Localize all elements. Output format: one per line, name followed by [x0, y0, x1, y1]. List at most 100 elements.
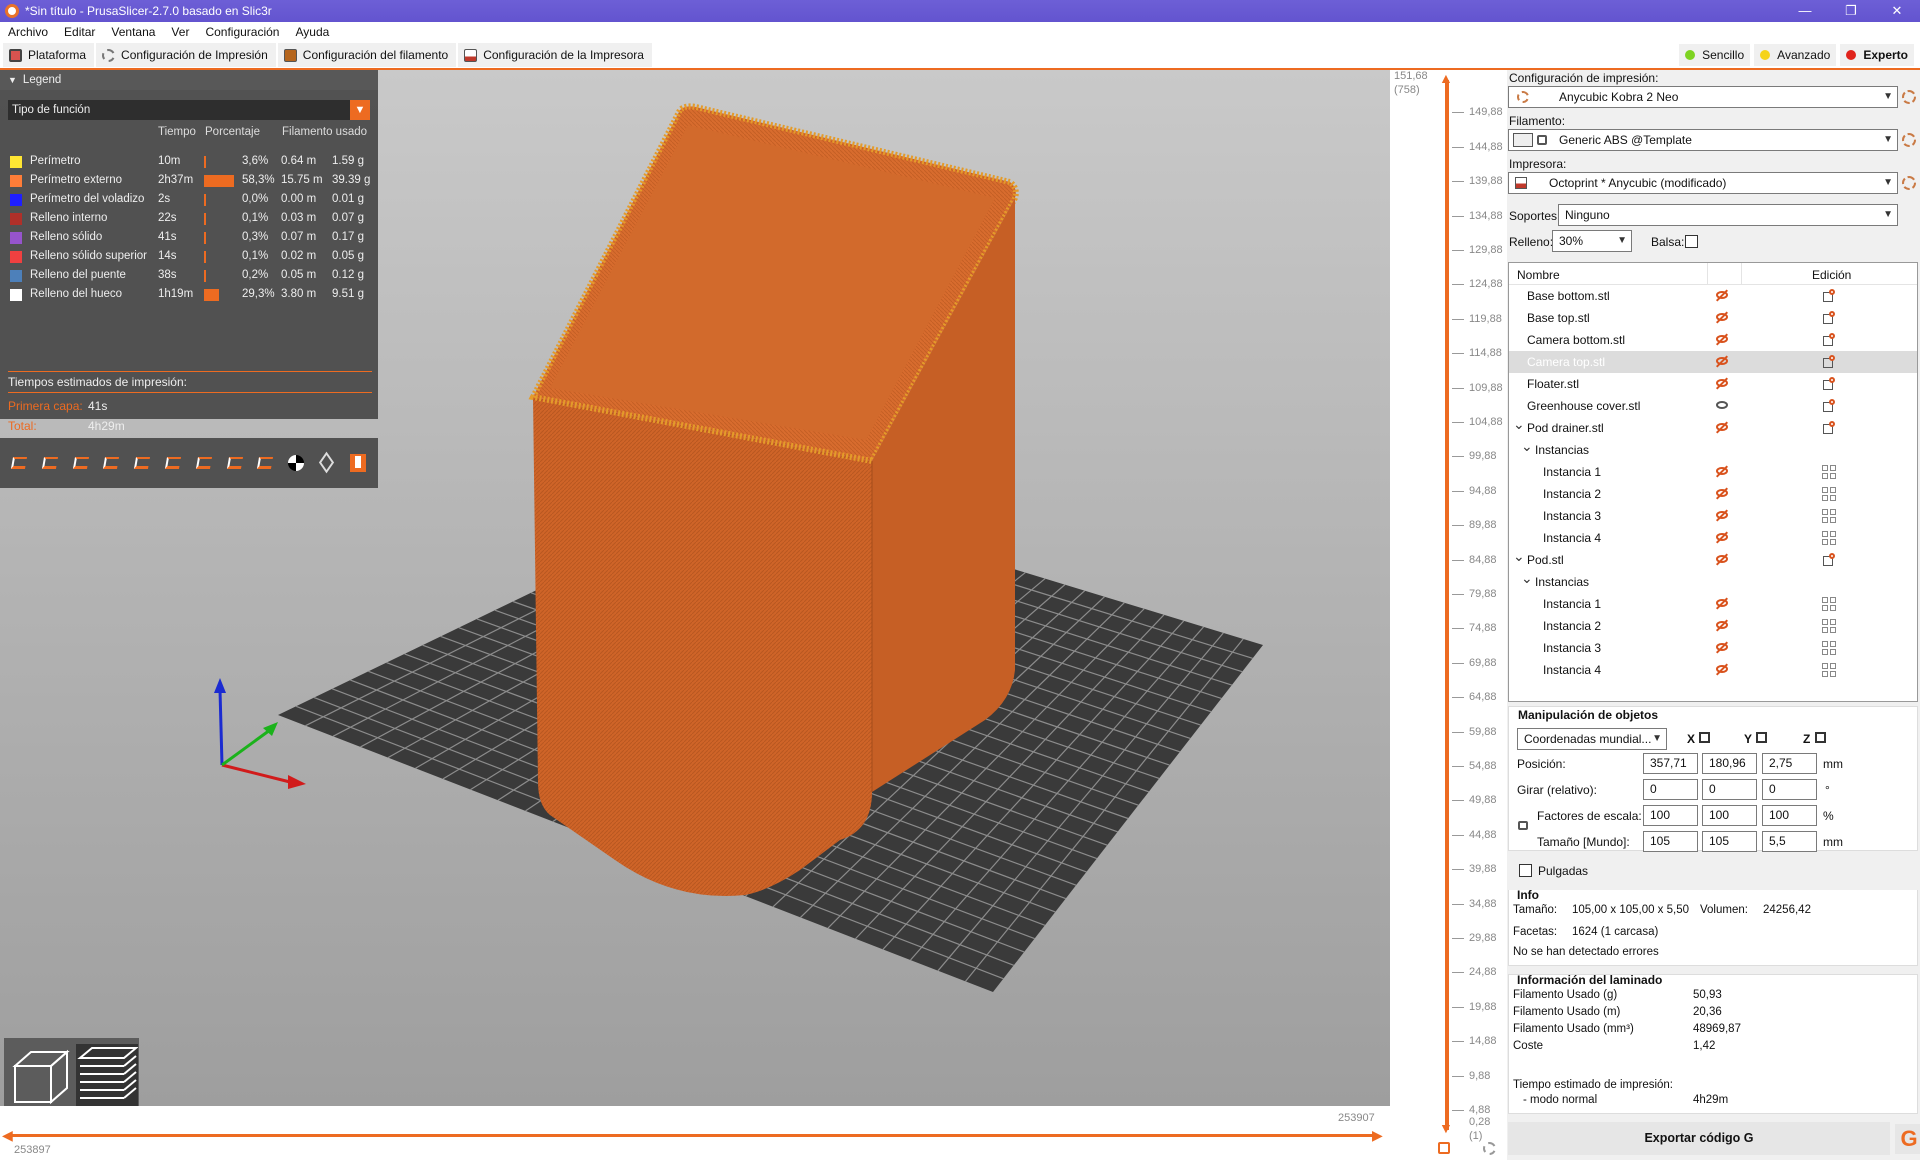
tab-printer-settings[interactable]: Configuración de la Impresora: [458, 43, 652, 67]
eye-off-icon[interactable]: [1715, 553, 1730, 566]
eye-off-icon[interactable]: [1715, 509, 1730, 522]
tab-filament-settings[interactable]: Configuración del filamento: [277, 43, 457, 67]
legend-row[interactable]: Relleno sólido superior 14s 0,1% 0.02 m 0.05…: [8, 248, 374, 267]
instance-grid-icon[interactable]: [1822, 641, 1836, 655]
rotate-y-input[interactable]: 0: [1702, 779, 1757, 800]
eye-off-icon[interactable]: [1715, 289, 1730, 302]
instance-grid-icon[interactable]: [1822, 487, 1836, 501]
object-row[interactable]: Camera bottom.stl: [1509, 329, 1917, 351]
scale-y-input[interactable]: 100: [1702, 805, 1757, 826]
legend-row[interactable]: Perímetro del voladizo 2s 0,0% 0.00 m 0.01 g: [8, 191, 374, 210]
rotate-x-input[interactable]: 0: [1643, 779, 1698, 800]
edit-settings-icon[interactable]: [1822, 399, 1836, 413]
menu-ver[interactable]: Ver: [163, 22, 197, 42]
legend-row[interactable]: Relleno interno 22s 0,1% 0.03 m 0.07 g: [8, 210, 374, 229]
mode-expert[interactable]: Experto: [1840, 44, 1914, 66]
eye-off-icon[interactable]: [1715, 663, 1730, 676]
horizontal-slider-bar[interactable]: ◀ ▶ 253907 253897: [0, 1106, 1390, 1160]
col-name[interactable]: Nombre: [1517, 268, 1560, 282]
legend-row[interactable]: Perímetro externo 2h37m 58,3% 15.75 m 39.39 …: [8, 172, 374, 191]
print-settings-combo[interactable]: Anycubic Kobra 2 Neo ▼: [1508, 86, 1898, 108]
coordinate-system-combo[interactable]: Coordenadas mundial... ▼: [1517, 728, 1667, 750]
raft-checkbox[interactable]: [1685, 235, 1698, 248]
filament-combo[interactable]: Generic ABS @Template ▼: [1508, 129, 1898, 151]
drop-to-bed-icon[interactable]: [1815, 732, 1826, 743]
instance-row[interactable]: Instancia 4: [1509, 659, 1917, 681]
tab-print-settings[interactable]: Configuración de Impresión: [96, 43, 276, 67]
object-row[interactable]: Greenhouse cover.stl: [1509, 395, 1917, 417]
instance-grid-icon[interactable]: [1822, 531, 1836, 545]
edit-settings-icon[interactable]: [1822, 421, 1836, 435]
tool-marker-icon[interactable]: [347, 452, 369, 474]
eye-off-icon[interactable]: [1715, 355, 1730, 368]
instance-grid-icon[interactable]: [1822, 663, 1836, 677]
menu-archivo[interactable]: Archivo: [0, 22, 56, 42]
legend-row[interactable]: Perímetro 10m 3,6% 0.64 m 1.59 g: [8, 153, 374, 172]
supports-combo[interactable]: Ninguno ▼: [1558, 204, 1898, 226]
edit-settings-icon[interactable]: [1822, 355, 1836, 369]
3d-preview-canvas[interactable]: ▼ Legend Tipo de función ▼ Tiempo Porcen…: [0, 70, 1390, 1160]
eye-off-icon[interactable]: [1715, 597, 1730, 610]
export-gcode-button[interactable]: Exportar código G: [1508, 1122, 1890, 1155]
edit-settings-icon[interactable]: [1822, 289, 1836, 303]
cog-icon[interactable]: [1483, 1142, 1496, 1155]
instance-row[interactable]: Instancia 3: [1509, 637, 1917, 659]
infill-combo[interactable]: 30% ▼: [1552, 230, 1632, 252]
color-changes-icon[interactable]: [193, 452, 215, 474]
eye-off-icon[interactable]: [1715, 311, 1730, 324]
instance-grid-icon[interactable]: [1822, 597, 1836, 611]
instances-group-row[interactable]: ⌄ Instancias: [1509, 438, 1917, 461]
3d-view-cube-icon[interactable]: [9, 1044, 71, 1106]
eye-off-icon[interactable]: [1715, 377, 1730, 390]
eye-icon[interactable]: [1715, 399, 1730, 412]
expand-chevron-icon[interactable]: ⌄: [1513, 548, 1525, 565]
inches-checkbox[interactable]: [1519, 864, 1532, 877]
object-row[interactable]: Camera top.stl: [1509, 351, 1917, 373]
travel-icon[interactable]: [8, 452, 30, 474]
instance-row[interactable]: Instancia 3: [1509, 505, 1917, 527]
legend-row[interactable]: Relleno sólido 41s 0,3% 0.07 m 0.17 g: [8, 229, 374, 248]
legend-row[interactable]: Relleno del puente 38s 0,2% 0.05 m 0.12 g: [8, 267, 374, 286]
custom-gcodes-icon[interactable]: [254, 452, 276, 474]
left-thumb-icon[interactable]: ◀: [2, 1127, 13, 1144]
expand-chevron-icon[interactable]: ⌄: [1521, 570, 1533, 587]
view-type-select[interactable]: Tipo de función ▼: [8, 100, 370, 120]
eye-off-icon[interactable]: [1715, 531, 1730, 544]
deretractions-icon[interactable]: [100, 452, 122, 474]
edit-settings-icon[interactable]: [1822, 553, 1836, 567]
object-row[interactable]: Base bottom.stl: [1509, 285, 1917, 307]
retractions-icon[interactable]: [70, 452, 92, 474]
scale-lock-icon[interactable]: [1518, 821, 1528, 830]
instances-group-row[interactable]: ⌄ Instancias: [1509, 570, 1917, 593]
instance-row[interactable]: Instancia 4: [1509, 527, 1917, 549]
eye-off-icon[interactable]: [1715, 421, 1730, 434]
wipe-icon[interactable]: [39, 452, 61, 474]
bottom-thumb-icon[interactable]: ▼: [1439, 1120, 1453, 1136]
scale-x-input[interactable]: 100: [1643, 805, 1698, 826]
menu-ventana[interactable]: Ventana: [103, 22, 163, 42]
instance-grid-icon[interactable]: [1822, 619, 1836, 633]
object-row[interactable]: Floater.stl: [1509, 373, 1917, 395]
right-thumb-icon[interactable]: ▶: [1372, 1127, 1383, 1144]
instance-row[interactable]: Instancia 2: [1509, 615, 1917, 637]
position-z-input[interactable]: 2,75: [1762, 753, 1817, 774]
maximize-button[interactable]: ❐: [1828, 0, 1874, 22]
object-row[interactable]: ⌄ Pod drainer.stl: [1509, 416, 1917, 439]
filament-edit-icon[interactable]: [1902, 133, 1916, 147]
seams-icon[interactable]: [131, 452, 153, 474]
instance-row[interactable]: Instancia 1: [1509, 461, 1917, 483]
expand-chevron-icon[interactable]: ⌄: [1513, 416, 1525, 433]
printer-edit-icon[interactable]: [1902, 176, 1916, 190]
position-y-input[interactable]: 180,96: [1702, 753, 1757, 774]
legend-row[interactable]: Relleno del hueco 1h19m 29,3% 3.80 m 9.51 g: [8, 286, 374, 305]
legend-header[interactable]: ▼ Legend: [0, 70, 378, 90]
pause-prints-icon[interactable]: [224, 452, 246, 474]
menu-configuracion[interactable]: Configuración: [197, 22, 287, 42]
gcode-preview-icon[interactable]: G: [1895, 1124, 1920, 1154]
close-button[interactable]: ✕: [1874, 0, 1920, 22]
menu-editar[interactable]: Editar: [56, 22, 103, 42]
expand-chevron-icon[interactable]: ⌄: [1521, 438, 1533, 455]
tool-changes-icon[interactable]: [162, 452, 184, 474]
scale-z-input[interactable]: 100: [1762, 805, 1817, 826]
instance-grid-icon[interactable]: [1822, 509, 1836, 523]
